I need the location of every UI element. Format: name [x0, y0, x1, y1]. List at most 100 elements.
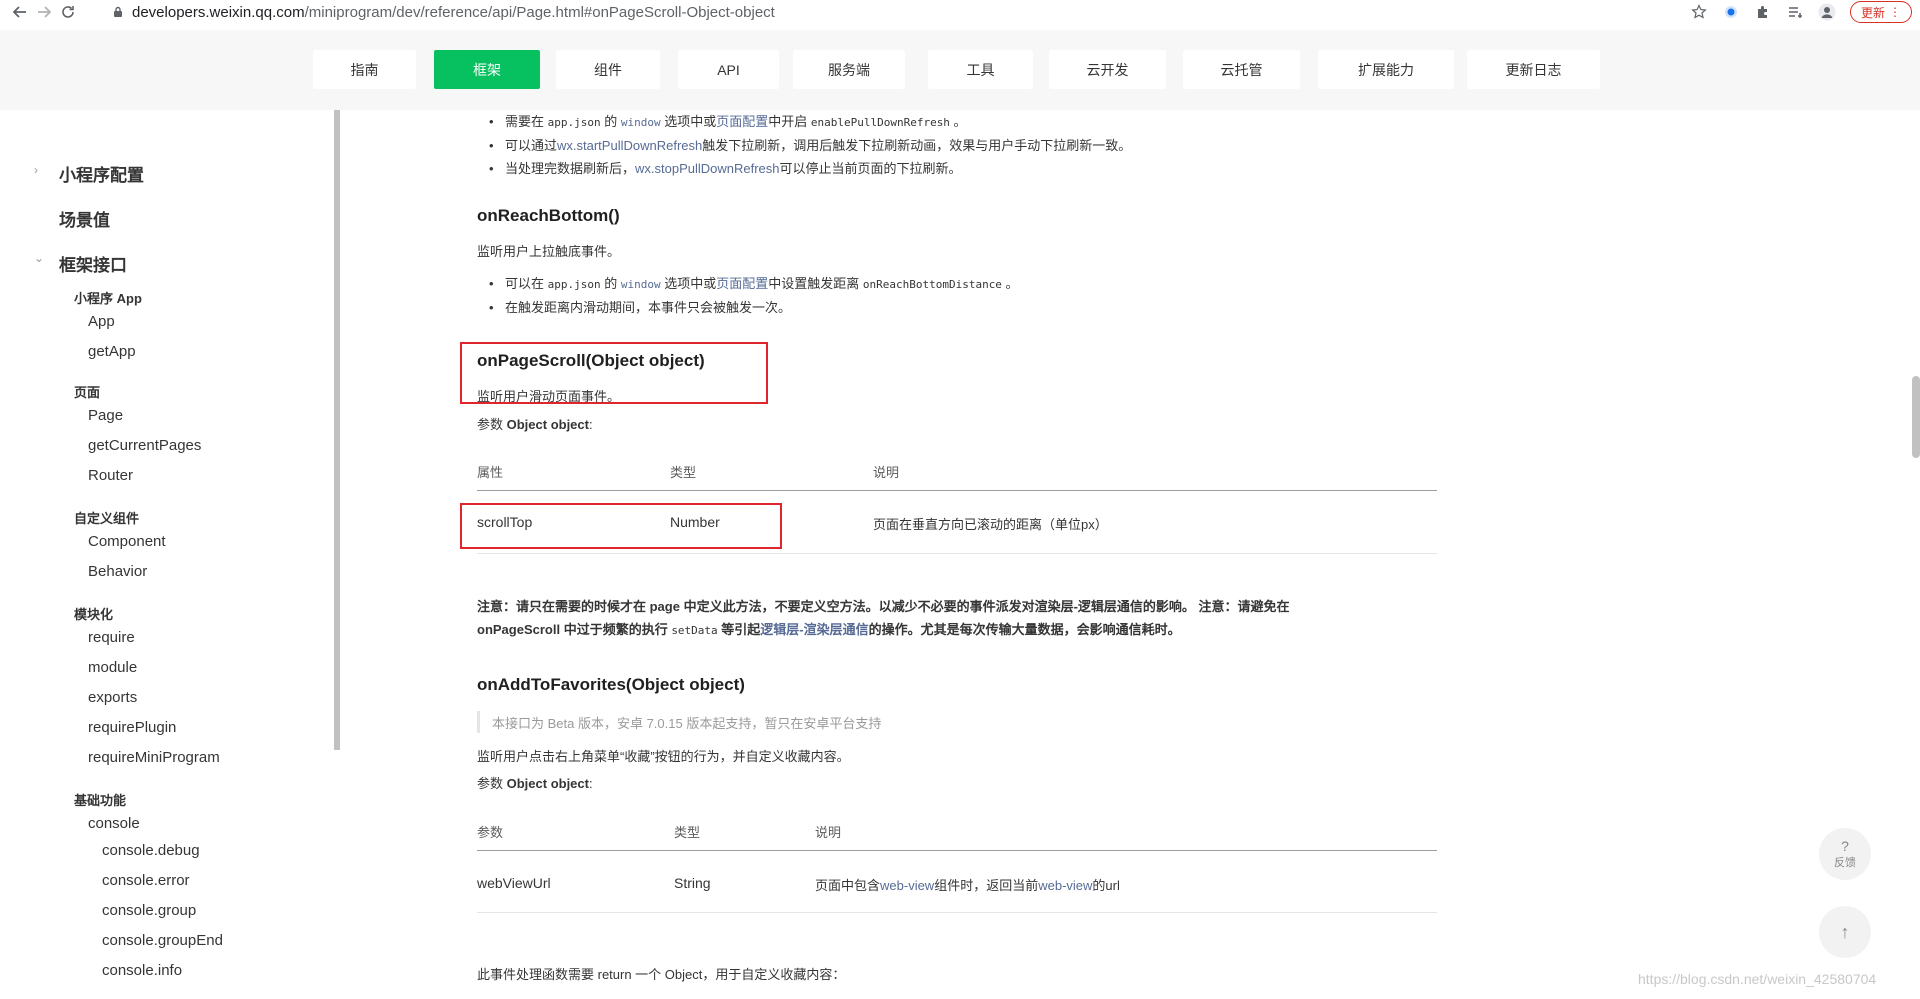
web-view-link[interactable]: web-view — [880, 878, 934, 893]
section-title-onreachbottom: onReachBottom() — [477, 206, 620, 225]
sidebar-item-require[interactable]: require — [88, 629, 135, 646]
sidebar: › 小程序配置 场景值 ⌄ 框架接口 小程序 App App getApp 页面… — [0, 110, 334, 999]
param-label: 参数 Object object: — [477, 417, 593, 432]
section-title-onpagescroll: onPageScroll(Object object) — [477, 351, 705, 370]
section-title-onaddtofavorites: onAddToFavorites(Object object) — [477, 675, 745, 694]
pulldown-bullets: 需要在 app.json 的 window 选项中或页面配置中开启 enable… — [489, 110, 1131, 180]
page-config-link[interactable]: 页面配置 — [716, 276, 768, 291]
reload-icon[interactable] — [56, 0, 80, 24]
reading-list-icon[interactable] — [1786, 3, 1804, 21]
table-header-property: 属性 — [477, 465, 504, 480]
sidebar-item-console-group[interactable]: console.group — [102, 902, 196, 919]
watermark: https://blog.csdn.net/weixin_42580704 — [1638, 971, 1877, 987]
table-cell-type: String — [674, 875, 711, 891]
table-row-divider — [477, 553, 1437, 554]
tab-9[interactable]: 更新日志 — [1467, 50, 1600, 89]
tab-3[interactable]: API — [678, 50, 779, 89]
table-header-desc: 说明 — [873, 465, 900, 480]
table-row-divider — [477, 912, 1437, 913]
list-item: 需要在 app.json 的 window 选项中或页面配置中开启 enable… — [489, 110, 1131, 134]
onpagescroll-desc: 监听用户滑动页面事件。 — [477, 389, 621, 404]
tab-4[interactable]: 服务端 — [793, 50, 905, 89]
tab-2[interactable]: 组件 — [556, 50, 660, 89]
logic-render-link[interactable]: 逻辑层-渲染层通信 — [760, 622, 868, 637]
chevron-down-icon[interactable]: ⌄ — [34, 251, 44, 265]
list-item: 可以在 app.json 的 window 选项中或页面配置中设置触发距离 on… — [489, 272, 1019, 296]
back-to-top-button[interactable]: ↑ — [1819, 906, 1871, 958]
tab-5[interactable]: 工具 — [928, 50, 1033, 89]
sidebar-item-exports[interactable]: exports — [88, 689, 137, 706]
table-cell-param: scrollTop — [477, 514, 533, 530]
sidebar-item-requireminiprogram[interactable]: requireMiniProgram — [88, 749, 220, 766]
feedback-button[interactable]: ? 反馈 — [1819, 828, 1871, 880]
profile-avatar-icon[interactable] — [1818, 3, 1836, 21]
sidebar-group-page[interactable]: 页面 — [74, 382, 100, 401]
page-scrollbar[interactable] — [1912, 376, 1920, 458]
reachbottom-bullets: 可以在 app.json 的 window 选项中或页面配置中设置触发距离 on… — [489, 272, 1019, 319]
more-vert-icon: ⋮ — [1889, 5, 1901, 19]
url-host: developers.weixin.qq.com — [132, 3, 305, 21]
tab-7[interactable]: 云托管 — [1183, 50, 1300, 89]
favorites-desc: 监听用户点击右上角菜单“收藏”按钮的行为，并自定义收藏内容。 — [477, 749, 850, 764]
list-item: 在触发距离内滑动期间，本事件只会被触发一次。 — [489, 296, 1019, 319]
sidebar-item-console[interactable]: console — [88, 815, 140, 832]
update-button-label: 更新 — [1860, 5, 1885, 20]
favorites-footer: 此事件处理函数需要 return 一个 Object，用于自定义收藏内容： — [477, 967, 846, 982]
arrow-up-icon: ↑ — [1840, 921, 1850, 942]
tab-6[interactable]: 云开发 — [1049, 50, 1166, 89]
table-header-divider — [477, 850, 1437, 851]
table-header-type: 类型 — [674, 825, 701, 840]
onreachbottom-desc: 监听用户上拉触底事件。 — [477, 244, 621, 259]
feedback-label: 反馈 — [1834, 857, 1856, 869]
sidebar-item-config[interactable]: 小程序配置 — [59, 161, 144, 186]
sidebar-item-console-info[interactable]: console.info — [102, 962, 182, 979]
stop-pulldown-link[interactable]: wx.stopPullDownRefresh — [635, 161, 780, 176]
sidebar-group-basic[interactable]: 基础功能 — [74, 790, 126, 809]
question-icon: ? — [1841, 838, 1849, 854]
sidebar-item-component[interactable]: Component — [88, 533, 166, 550]
sidebar-item-behavior[interactable]: Behavior — [88, 563, 147, 580]
table-header-desc: 说明 — [815, 825, 842, 840]
forward-arrow-icon[interactable] — [32, 0, 56, 24]
table-header-type: 类型 — [670, 465, 697, 480]
table-cell-type: Number — [670, 514, 720, 530]
address-bar[interactable]: developers.weixin.qq.com/miniprogram/dev… — [112, 0, 775, 24]
tab-1[interactable]: 框架 — [434, 50, 540, 89]
tab-0[interactable]: 指南 — [313, 50, 416, 89]
sidebar-item-module[interactable]: module — [88, 659, 137, 676]
chevron-right-icon[interactable]: › — [34, 163, 38, 177]
web-view-link[interactable]: web-view — [1038, 878, 1092, 893]
url-path: /miniprogram/dev/reference/api/Page.html… — [304, 3, 775, 21]
sidebar-item-framework[interactable]: 框架接口 — [59, 251, 127, 276]
page-config-link[interactable]: 页面配置 — [716, 114, 768, 129]
sidebar-item-console-debug[interactable]: console.debug — [102, 842, 200, 859]
lock-icon — [112, 6, 124, 18]
tab-8[interactable]: 扩展能力 — [1318, 50, 1454, 89]
start-pulldown-link[interactable]: wx.startPullDownRefresh — [557, 138, 702, 153]
table-cell-param: webViewUrl — [477, 875, 551, 891]
back-arrow-icon[interactable] — [8, 0, 32, 24]
sidebar-item-console-error[interactable]: console.error — [102, 872, 190, 889]
note-paragraph: 注意：请只在需要的时候才在 page 中定义此方法，不要定义空方法。以减少不必要… — [477, 599, 1290, 637]
main-content: 需要在 app.json 的 window 选项中或页面配置中开启 enable… — [340, 110, 1920, 999]
list-item: 可以通过wx.startPullDownRefresh触发下拉刷新，调用后触发下… — [489, 134, 1131, 157]
param-label: 参数 Object object: — [477, 776, 593, 791]
sidebar-item-page[interactable]: Page — [88, 407, 123, 424]
sidebar-group-module[interactable]: 模块化 — [74, 604, 113, 623]
puzzle-icon[interactable] — [1754, 3, 1772, 21]
beta-notice: 本接口为 Beta 版本，安卓 7.0.15 版本起支持，暂只在安卓平台支持 — [477, 711, 881, 733]
extension-circle-icon[interactable] — [1722, 3, 1740, 21]
sidebar-item-getcurrentpages[interactable]: getCurrentPages — [88, 437, 201, 454]
sidebar-group-app[interactable]: 小程序 App — [74, 288, 142, 307]
sidebar-group-component[interactable]: 自定义组件 — [74, 508, 139, 527]
sidebar-item-app[interactable]: App — [88, 313, 115, 330]
sidebar-item-getapp[interactable]: getApp — [88, 343, 136, 360]
sidebar-item-console-groupend[interactable]: console.groupEnd — [102, 932, 223, 949]
update-button[interactable]: 更新 ⋮ — [1849, 1, 1912, 23]
browser-toolbar: developers.weixin.qq.com/miniprogram/dev… — [0, 0, 1920, 24]
sidebar-item-scene[interactable]: 场景值 — [59, 206, 110, 231]
bookmark-star-icon[interactable] — [1690, 3, 1708, 21]
table-header-param: 参数 — [477, 825, 504, 840]
sidebar-item-router[interactable]: Router — [88, 467, 133, 484]
sidebar-item-requireplugin[interactable]: requirePlugin — [88, 719, 176, 736]
